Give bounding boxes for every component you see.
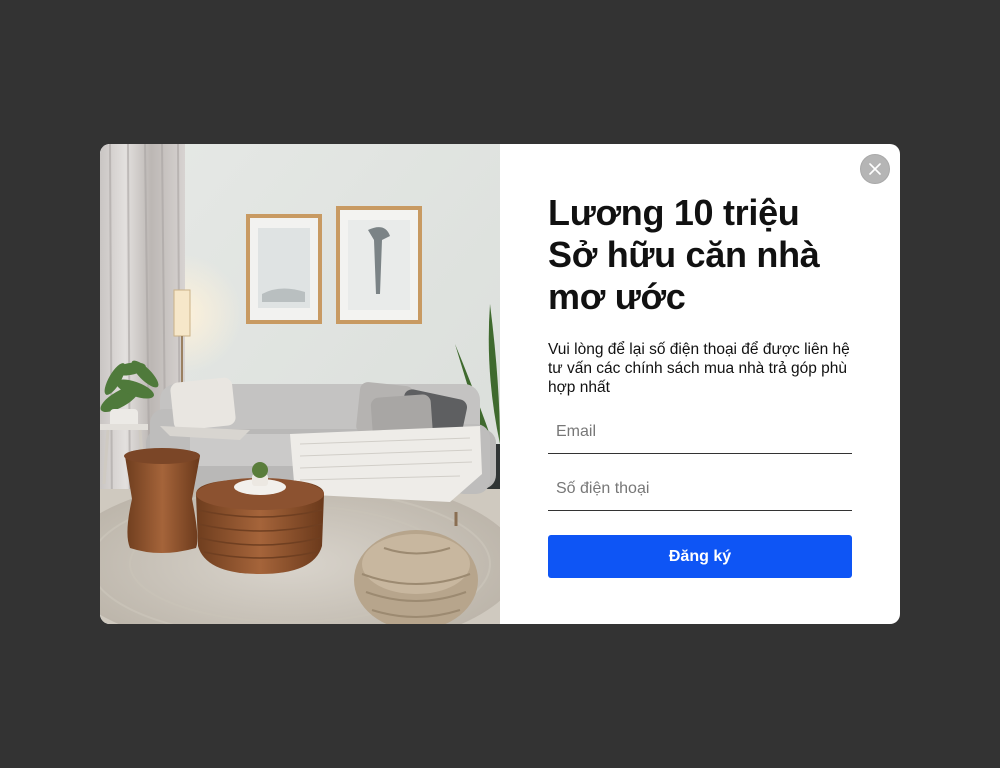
modal-content: Lương 10 triệu Sở hữu căn nhà mơ ước Vui… (500, 144, 900, 624)
close-icon (869, 163, 881, 175)
close-button[interactable] (860, 154, 890, 184)
email-field-wrapper (548, 411, 852, 454)
signup-modal: Lương 10 triệu Sở hữu căn nhà mơ ước Vui… (100, 144, 900, 624)
modal-headline: Lương 10 triệu Sở hữu căn nhà mơ ước (548, 192, 820, 317)
living-room-photo (100, 144, 500, 624)
register-button[interactable]: Đăng ký (548, 535, 852, 578)
modal-subtext: Vui lòng để lại số điện thoại để được li… (548, 341, 850, 396)
email-field[interactable] (548, 411, 852, 453)
phone-field[interactable] (548, 468, 852, 510)
phone-field-wrapper (548, 468, 852, 511)
